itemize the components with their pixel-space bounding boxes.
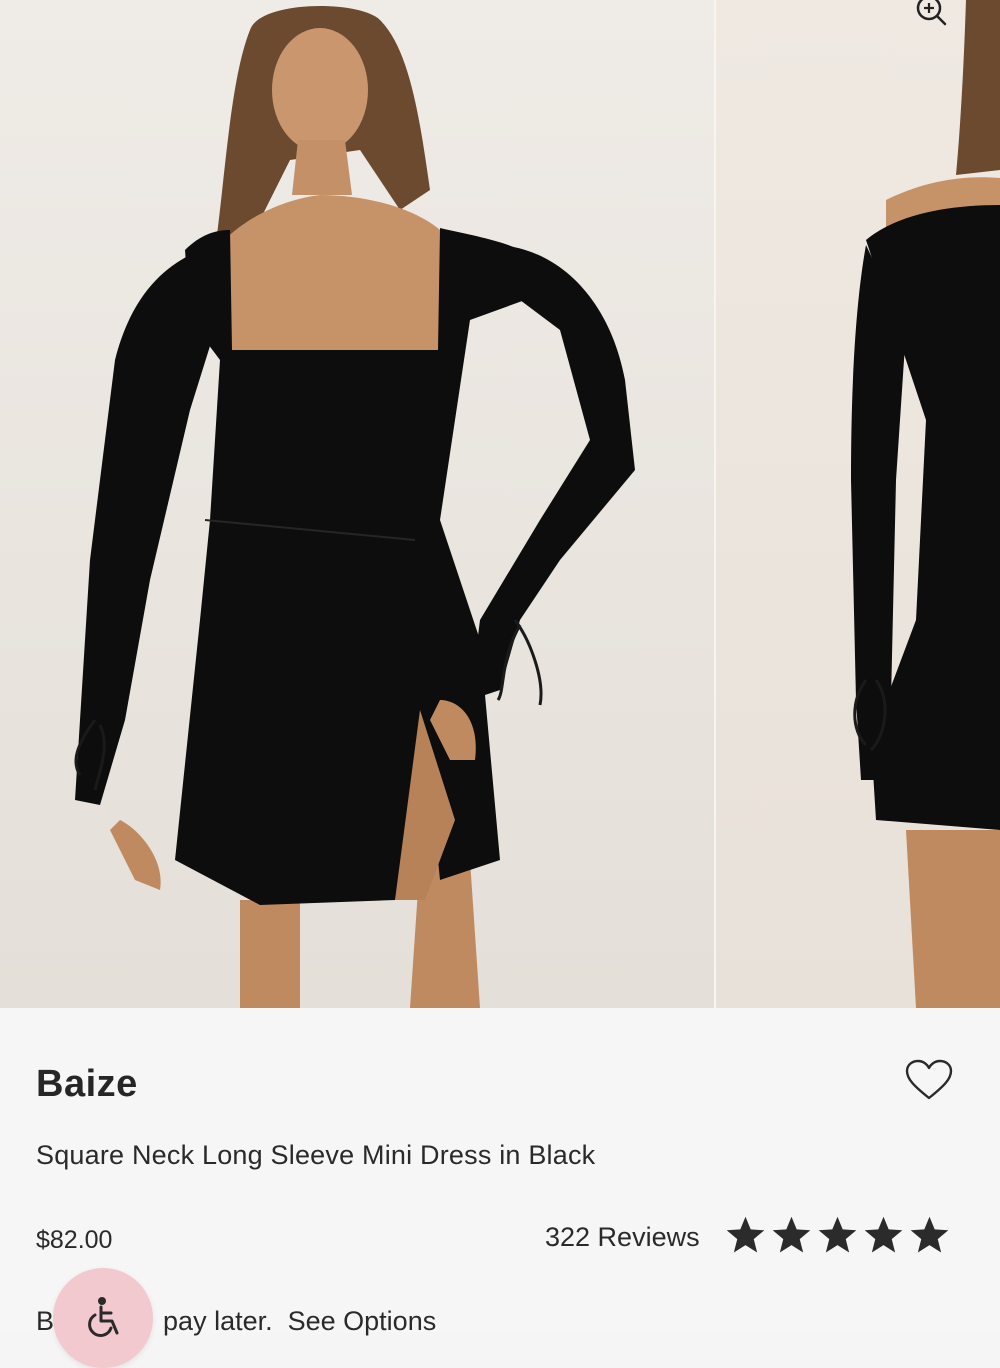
- product-info: Baize Square Neck Long Sleeve Mini Dress…: [0, 1008, 1000, 1336]
- rating-stars[interactable]: [724, 1214, 951, 1257]
- see-options-link[interactable]: See Options: [288, 1306, 437, 1336]
- star-icon: [864, 1216, 903, 1253]
- zoom-in-icon: [916, 0, 947, 26]
- star-icon: [772, 1216, 811, 1253]
- star-icon: [726, 1216, 765, 1253]
- model-back-illustration: [851, 0, 1000, 1008]
- product-image-front[interactable]: [0, 0, 714, 1008]
- product-brand: Baize: [36, 1063, 138, 1105]
- product-price: $82.00: [36, 1226, 113, 1254]
- product-image-back[interactable]: [716, 0, 1000, 1008]
- heart-outline-icon: [905, 1059, 953, 1100]
- product-name: Square Neck Long Sleeve Mini Dress in Bl…: [36, 1140, 596, 1170]
- model-front-illustration: [74, 6, 635, 1008]
- zoom-button[interactable]: [908, 0, 954, 28]
- wheelchair-icon: [88, 1297, 119, 1337]
- star-icon: [910, 1216, 949, 1253]
- product-image-gallery[interactable]: [0, 0, 1000, 1008]
- accessibility-button[interactable]: [53, 1268, 153, 1368]
- reviews-link[interactable]: 322 Reviews: [545, 1222, 700, 1253]
- star-icon: [818, 1216, 857, 1253]
- wishlist-button[interactable]: [904, 1058, 954, 1102]
- bnpl-middle: pay later.: [163, 1306, 273, 1336]
